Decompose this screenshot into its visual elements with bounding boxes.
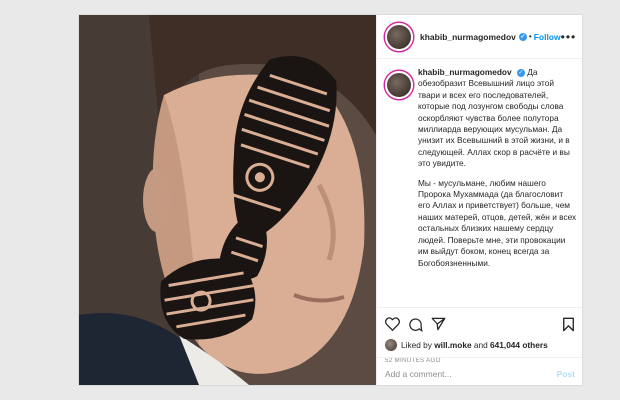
- post-photo[interactable]: [79, 15, 376, 385]
- heart-icon[interactable]: [385, 317, 400, 331]
- caption-text: khabib_nurmagomedov ✓ Да обезобразит Все…: [418, 67, 577, 269]
- liker-username[interactable]: will.moke: [434, 340, 471, 350]
- likes-summary: Liked by will.moke and 641,044 others: [385, 339, 575, 351]
- post-side-panel: khabib_nurmagomedov ✓ • Follow ••• khabib…: [376, 15, 582, 385]
- likes-prefix: Liked by: [401, 340, 432, 350]
- verified-badge-icon: ✓: [516, 68, 525, 77]
- post-comment-button[interactable]: Post: [557, 369, 575, 379]
- avatar[interactable]: [385, 22, 413, 51]
- share-icon[interactable]: [431, 317, 446, 331]
- caption-username[interactable]: khabib_nurmagomedov: [418, 67, 512, 77]
- likes-count[interactable]: 641,044 others: [490, 340, 548, 350]
- caption-paragraph-1-text: Да обезобразит Всевышний лицо этой твари…: [418, 67, 570, 169]
- instagram-post-card: khabib_nurmagomedov ✓ • Follow ••• khabib…: [78, 14, 583, 386]
- caption-paragraph-2: Мы - мусульмане, любим нашего Пророка Му…: [418, 177, 577, 268]
- photo-illustration: [79, 15, 376, 385]
- comment-input[interactable]: [385, 368, 557, 379]
- post-header: khabib_nurmagomedov ✓ • Follow •••: [377, 15, 582, 59]
- comment-bar: Post: [377, 357, 582, 385]
- comment-icon[interactable]: [408, 317, 423, 332]
- header-username-text[interactable]: khabib_nurmagomedov: [420, 32, 516, 42]
- follow-button[interactable]: Follow: [534, 32, 561, 42]
- header-username[interactable]: khabib_nurmagomedov ✓: [420, 32, 527, 42]
- action-icon-row: [385, 314, 575, 334]
- header-separator: •: [528, 32, 532, 41]
- verified-badge-icon: ✓: [518, 33, 527, 42]
- caption-avatar[interactable]: [385, 71, 413, 99]
- liker-avatar[interactable]: [385, 339, 397, 351]
- caption-paragraph-1: khabib_nurmagomedov ✓ Да обезобразит Все…: [418, 67, 577, 170]
- bookmark-icon[interactable]: [562, 317, 575, 332]
- post-actions: Liked by will.moke and 641,044 others 52…: [377, 307, 582, 364]
- likes-and: and: [473, 340, 488, 350]
- post-caption: khabib_nurmagomedov ✓ Да обезобразит Все…: [377, 67, 582, 307]
- more-options-icon[interactable]: •••: [561, 30, 577, 44]
